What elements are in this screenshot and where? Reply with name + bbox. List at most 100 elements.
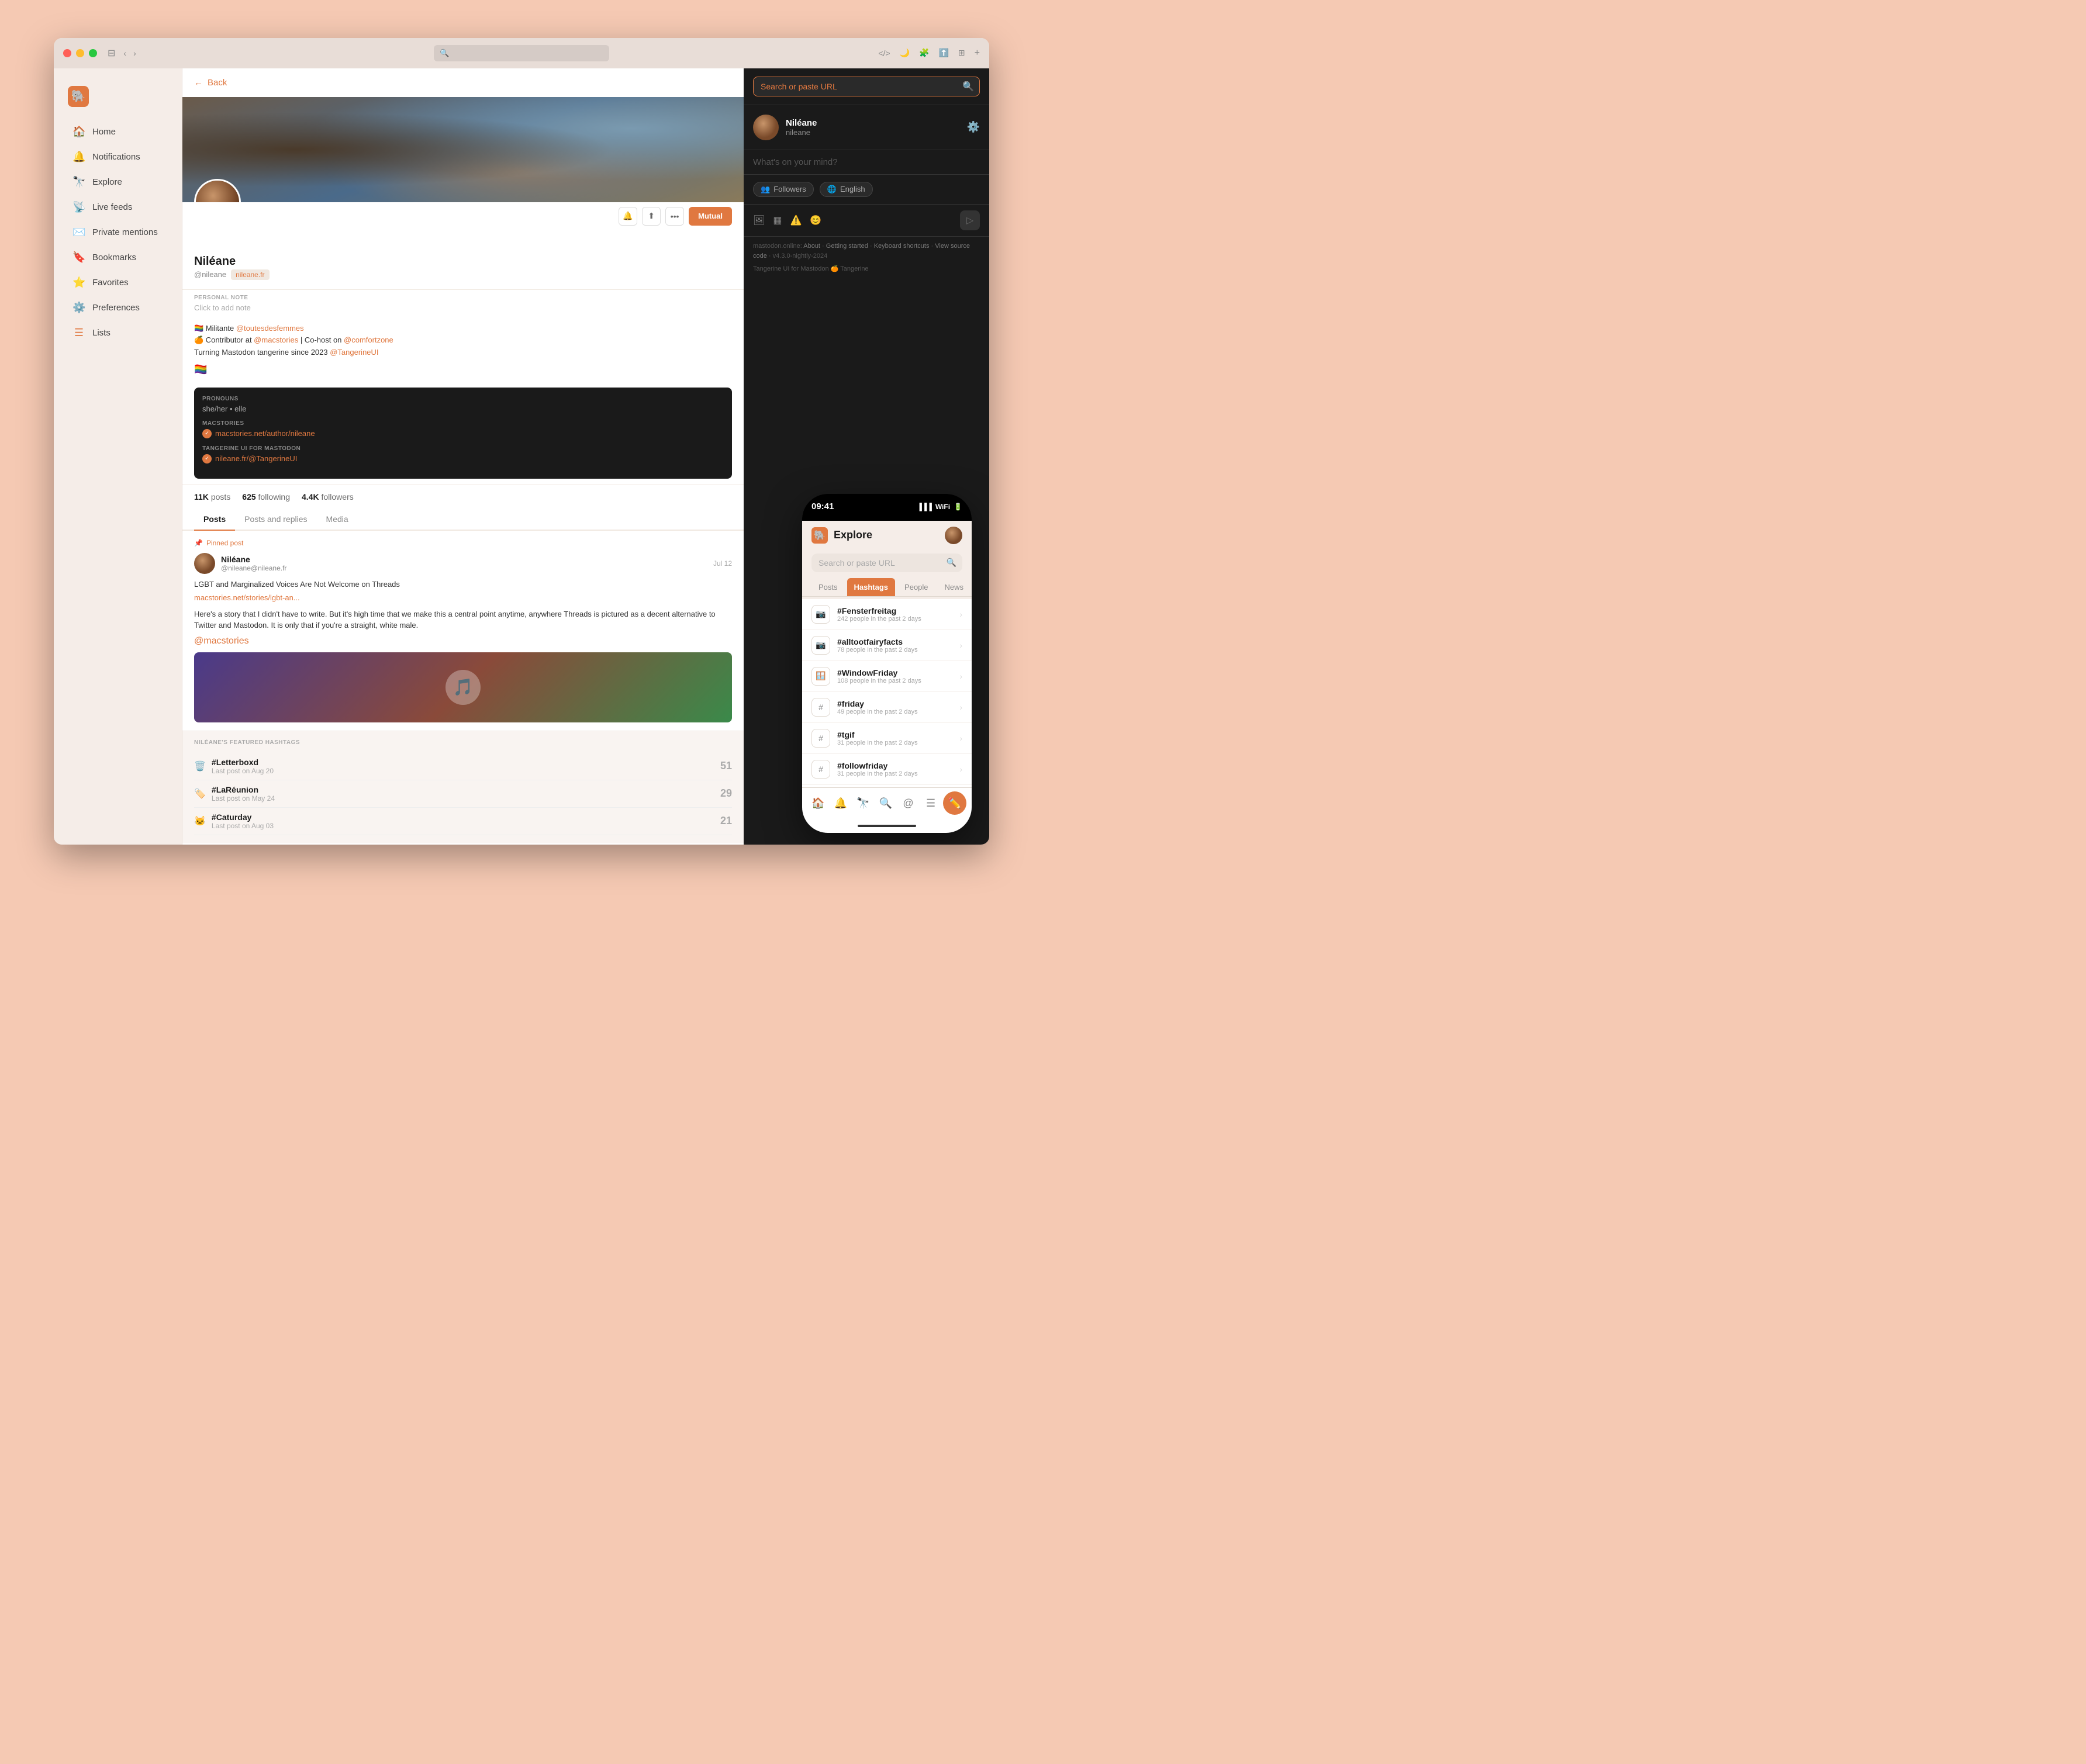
iphone-search-placeholder: Search or paste URL xyxy=(818,558,941,568)
tab-posts[interactable]: Posts xyxy=(194,509,235,531)
gif-toolbar-icon[interactable]: ▦ xyxy=(773,215,782,226)
dark-search-input[interactable] xyxy=(753,77,980,96)
verified-icon: ✓ xyxy=(202,429,212,438)
macstories-link[interactable]: ✓ macstories.net/author/nileane xyxy=(202,429,724,438)
iphone-tab-hashtags[interactable]: Hashtags xyxy=(847,578,896,596)
iphone-nav-mentions[interactable]: @ xyxy=(898,793,919,814)
iphone-hashtag-item-4[interactable]: # #friday 49 people in the past 2 days › xyxy=(802,692,972,723)
tab-media[interactable]: Media xyxy=(317,509,358,531)
mac-window: ⊟ ‹ › 🔍 </> 🌙 🧩 ⬆️ ⊞ + 🐘 🏠 Home xyxy=(54,38,989,845)
profile-panel[interactable]: ← Back 🔔 ⬆ ••• Mutual N xyxy=(182,68,744,845)
followers-count: 4.4K xyxy=(302,492,319,501)
iphone-search-wrapper[interactable]: Search or paste URL 🔍 xyxy=(811,554,962,572)
iphone-nav-more[interactable]: ☰ xyxy=(920,793,941,814)
extensions-icon[interactable]: 🧩 xyxy=(919,48,929,58)
post-author-handle: @nileane@nileane.fr xyxy=(221,564,286,572)
nav-back-icon[interactable]: ‹ xyxy=(123,49,126,58)
hashtag-row-3[interactable]: 🐱 #Caturday Last post on Aug 03 21 xyxy=(194,808,732,835)
grid-icon[interactable]: ⊞ xyxy=(958,48,965,58)
iphone-tab-people[interactable]: People xyxy=(897,578,935,596)
image-toolbar-icon[interactable]: 🖼 xyxy=(753,215,765,226)
back-button[interactable]: ← Back xyxy=(182,68,744,97)
about-link[interactable]: About xyxy=(803,243,820,250)
mutual-button[interactable]: Mutual xyxy=(689,207,732,226)
iphone-hashtag-item-5[interactable]: # #tgif 31 people in the past 2 days › xyxy=(802,723,972,754)
favorites-icon: ⭐ xyxy=(72,276,85,289)
sidebar-toggle-icon[interactable]: ⊟ xyxy=(108,47,115,59)
more-options-button[interactable]: ••• xyxy=(665,207,684,226)
profile-info: Niléane @nileane nileane.fr xyxy=(182,226,744,289)
sidebar-item-live-feeds[interactable]: 📡 Live feeds xyxy=(58,195,177,219)
settings-gear-icon[interactable]: ⚙️ xyxy=(967,121,980,133)
iphone-hashtag-item-2[interactable]: 📷 #alltootfairyfacts 78 people in the pa… xyxy=(802,630,972,661)
sidebar-label-bookmarks: Bookmarks xyxy=(92,253,136,262)
send-button[interactable]: ▷ xyxy=(960,210,980,230)
featured-hashtags-label: NILÉANE'S FEATURED HASHTAGS xyxy=(194,739,732,746)
getting-started-link[interactable]: Getting started xyxy=(826,243,868,250)
iphone-compose-fab[interactable]: ✏️ xyxy=(943,791,966,815)
iphone-tab-news[interactable]: News xyxy=(938,578,971,596)
live-feeds-icon: 📡 xyxy=(72,201,85,213)
sidebar-item-bookmarks[interactable]: 🔖 Bookmarks xyxy=(58,245,177,269)
preferences-icon: ⚙️ xyxy=(72,302,85,314)
tangerine-link[interactable]: ✓ nileane.fr/@TangerineUI xyxy=(202,454,724,464)
iphone-tab-posts[interactable]: Posts xyxy=(811,578,845,596)
hashtag-hash-icon-4: # xyxy=(811,698,830,717)
hashtag-text-4: #friday 49 people in the past 2 days xyxy=(837,699,918,715)
iphone-hashtag-item-1[interactable]: 📷 #Fensterfreitag 242 people in the past… xyxy=(802,599,972,630)
profile-header-image xyxy=(182,97,744,202)
sidebar-item-favorites[interactable]: ⭐ Favorites xyxy=(58,271,177,295)
sidebar-item-explore[interactable]: 🔭 Explore xyxy=(58,170,177,194)
personal-note-text[interactable]: Click to add note xyxy=(194,303,732,312)
iphone-tabs: Posts Hashtags People News xyxy=(802,578,972,597)
tab-posts-replies[interactable]: Posts and replies xyxy=(235,509,316,531)
dark-avatar xyxy=(753,115,779,140)
battery-icon: 🔋 xyxy=(954,503,962,511)
iphone-user-avatar[interactable] xyxy=(945,527,962,544)
iphone-nav-notifications[interactable]: 🔔 xyxy=(830,793,851,814)
followers-tag[interactable]: 👥 Followers xyxy=(753,182,814,197)
following-stat: 625 following xyxy=(242,492,290,501)
notifications-toggle-button[interactable]: 🔔 xyxy=(619,207,637,226)
english-tag[interactable]: 🌐 English xyxy=(820,182,873,197)
nav-forward-icon[interactable]: › xyxy=(133,49,136,58)
following-count: 625 xyxy=(242,492,255,501)
hashtag-row-2[interactable]: 🏷️ #LaRéunion Last post on May 24 29 xyxy=(194,780,732,808)
send-icon: ▷ xyxy=(966,215,973,226)
compose-area[interactable]: What's on your mind? xyxy=(744,150,989,175)
sidebar-item-lists[interactable]: ☰ Lists xyxy=(58,321,177,345)
emoji-toolbar-icon[interactable]: 😊 xyxy=(810,215,821,226)
shortcuts-link[interactable]: Keyboard shortcuts xyxy=(874,243,930,250)
sidebar-item-preferences[interactable]: ⚙️ Preferences xyxy=(58,296,177,320)
minimize-button[interactable] xyxy=(76,49,84,57)
iphone-hashtag-item-3[interactable]: 🪟 #WindowFriday 108 people in the past 2… xyxy=(802,661,972,692)
iphone-nav-search[interactable]: 🔍 xyxy=(875,793,896,814)
hashtag-icon-2: 🏷️ xyxy=(194,788,206,800)
sidebar-item-notifications[interactable]: 🔔 Notifications xyxy=(58,145,177,169)
close-button[interactable] xyxy=(63,49,71,57)
emoji-line: 🏳️‍🌈 xyxy=(194,364,732,376)
code-icon[interactable]: </> xyxy=(878,49,890,58)
sidebar-item-private-mentions[interactable]: ✉️ Private mentions xyxy=(58,220,177,244)
sidebar-item-home[interactable]: 🏠 Home xyxy=(58,120,177,144)
share-profile-button[interactable]: ⬆ xyxy=(642,207,661,226)
search-icon-dark: 🔍 xyxy=(962,81,974,92)
followers-tag-label: Followers xyxy=(773,185,806,193)
post-link[interactable]: macstories.net/stories/lgbt-an... xyxy=(194,592,732,604)
language-icon: 🌐 xyxy=(827,185,837,194)
address-bar[interactable]: 🔍 xyxy=(434,45,609,61)
profile-tabs: Posts Posts and replies Media xyxy=(182,509,744,531)
moon-icon[interactable]: 🌙 xyxy=(900,48,910,58)
iphone-nav-home[interactable]: 🏠 xyxy=(807,793,828,814)
pinned-post: 📌 Pinned post Niléane @nileane@nileane.f… xyxy=(182,531,744,731)
pronouns-value: she/her • elle xyxy=(202,404,724,413)
share-icon[interactable]: ⬆️ xyxy=(938,48,948,58)
post-mention-link[interactable]: @macstories xyxy=(194,636,249,646)
fullscreen-button[interactable] xyxy=(89,49,97,57)
iphone-logo: 🐘 xyxy=(811,527,828,544)
hashtag-row-1[interactable]: 🗑️ #Letterboxd Last post on Aug 20 51 xyxy=(194,753,732,780)
iphone-hashtag-item-6[interactable]: # #followfriday 31 people in the past 2 … xyxy=(802,754,972,785)
iphone-nav-explore[interactable]: 🔭 xyxy=(852,793,873,814)
add-tab-icon[interactable]: + xyxy=(975,48,980,58)
warning-toolbar-icon[interactable]: ⚠️ xyxy=(790,215,802,226)
